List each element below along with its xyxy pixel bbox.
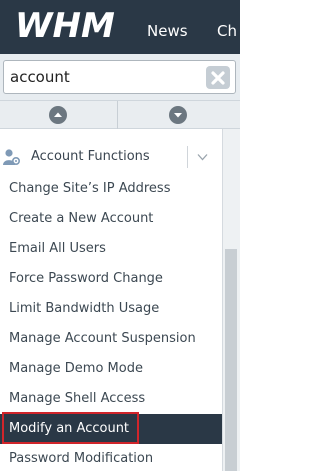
scroll-up-button[interactable] bbox=[49, 106, 67, 124]
sidebar-item-password-modification[interactable]: Password Modification bbox=[0, 444, 222, 471]
svg-text:WHM: WHM bbox=[15, 6, 115, 44]
divider bbox=[117, 101, 118, 129]
sidebar-item-change-site-ip[interactable]: Change Site’s IP Address bbox=[0, 174, 222, 204]
sidebar-item-demo-mode[interactable]: Manage Demo Mode bbox=[0, 354, 222, 384]
user-gear-icon bbox=[3, 149, 20, 165]
chevron-up-icon bbox=[54, 112, 62, 117]
close-icon bbox=[211, 70, 225, 85]
highlight-box bbox=[2, 412, 139, 444]
sidebar-item-label: Force Password Change bbox=[9, 271, 163, 286]
sidebar-item-create-account[interactable]: Create a New Account bbox=[0, 204, 222, 234]
sidebar-item-account-suspension[interactable]: Manage Account Suspension bbox=[0, 324, 222, 354]
scroll-nav-bar bbox=[0, 101, 240, 129]
clear-search-button[interactable] bbox=[206, 66, 230, 89]
group-toggle[interactable] bbox=[187, 146, 217, 168]
whm-logo[interactable]: WHM bbox=[14, 4, 130, 44]
sidebar-item-label: Change Site’s IP Address bbox=[9, 181, 171, 196]
account-functions-group-header[interactable]: Account Functions bbox=[0, 141, 222, 173]
sidebar-item-label: Limit Bandwidth Usage bbox=[9, 301, 160, 316]
nav-news[interactable]: News bbox=[147, 22, 188, 40]
search-input[interactable] bbox=[10, 66, 200, 88]
sidebar-item-force-password-change[interactable]: Force Password Change bbox=[0, 264, 222, 294]
scroll-down-button[interactable] bbox=[169, 106, 187, 124]
top-header: WHM News Ch bbox=[0, 0, 240, 54]
scrollbar-thumb[interactable] bbox=[225, 249, 237, 471]
sidebar-item-label: Manage Account Suspension bbox=[9, 331, 196, 346]
sidebar-item-label: Password Modification bbox=[9, 451, 154, 466]
chevron-down-icon bbox=[174, 113, 182, 118]
nav-ch[interactable]: Ch bbox=[217, 22, 237, 40]
sidebar-item-label: Manage Shell Access bbox=[9, 391, 146, 406]
search-area bbox=[0, 54, 240, 101]
search-box bbox=[3, 60, 236, 94]
group-label: Account Functions bbox=[31, 149, 150, 164]
chevron-down-icon bbox=[197, 154, 208, 161]
sidebar-item-limit-bandwidth[interactable]: Limit Bandwidth Usage bbox=[0, 294, 222, 324]
sidebar-item-label: Email All Users bbox=[9, 241, 106, 256]
sidebar-item-shell-access[interactable]: Manage Shell Access bbox=[0, 384, 222, 414]
sidebar-item-email-all-users[interactable]: Email All Users bbox=[0, 234, 222, 264]
sidebar-item-label: Manage Demo Mode bbox=[9, 361, 143, 376]
sidebar-item-label: Create a New Account bbox=[9, 211, 154, 226]
sidebar-scrollbar[interactable] bbox=[222, 129, 240, 471]
